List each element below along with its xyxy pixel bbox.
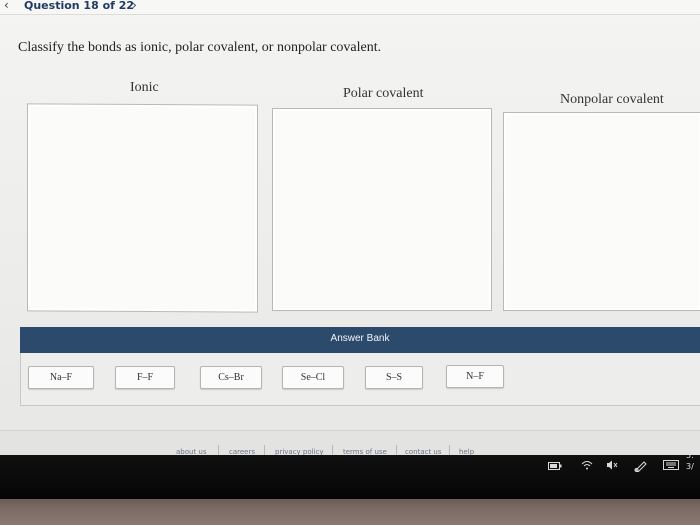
- question-prompt: Classify the bonds as ionic, polar coval…: [18, 40, 382, 55]
- answer-chip-na-f[interactable]: Na–F: [28, 366, 94, 389]
- answer-chip-se-cl[interactable]: Se–Cl: [282, 366, 344, 389]
- answer-bank-header: Answer Bank: [20, 327, 700, 353]
- battery-icon[interactable]: [548, 460, 562, 473]
- category-heading-nonpolar-covalent: Nonpolar covalent: [560, 92, 664, 107]
- desk-background: [0, 499, 700, 525]
- prev-question-icon[interactable]: ‹: [4, 0, 9, 12]
- clock-date: 3/: [686, 462, 694, 471]
- drop-zone-nonpolar-covalent[interactable]: [503, 112, 700, 311]
- answer-chip-f-f[interactable]: F–F: [115, 366, 175, 389]
- category-heading-ionic: Ionic: [130, 80, 159, 95]
- pen-icon[interactable]: [634, 460, 648, 475]
- volume-icon[interactable]: [606, 460, 618, 473]
- category-heading-polar-covalent: Polar covalent: [343, 86, 424, 101]
- next-question-icon[interactable]: ›: [132, 0, 137, 12]
- answer-chip-n-f[interactable]: N–F: [446, 365, 504, 388]
- os-taskbar: [0, 455, 700, 499]
- clock-time: 5:: [686, 451, 694, 460]
- answer-bank-title: Answer Bank: [330, 333, 390, 344]
- answer-chip-s-s[interactable]: S–S: [365, 366, 423, 389]
- clock[interactable]: 5: 3/: [686, 450, 694, 472]
- question-nav-bar: ‹ Question 18 of 22 ›: [0, 0, 700, 15]
- question-counter: Question 18 of 22: [24, 0, 135, 12]
- drop-zone-polar-covalent[interactable]: [272, 108, 492, 311]
- keyboard-icon[interactable]: [663, 460, 679, 473]
- answer-chip-cs-br[interactable]: Cs–Br: [200, 366, 262, 389]
- drop-zone-ionic[interactable]: [27, 103, 258, 313]
- wifi-icon[interactable]: [581, 460, 593, 473]
